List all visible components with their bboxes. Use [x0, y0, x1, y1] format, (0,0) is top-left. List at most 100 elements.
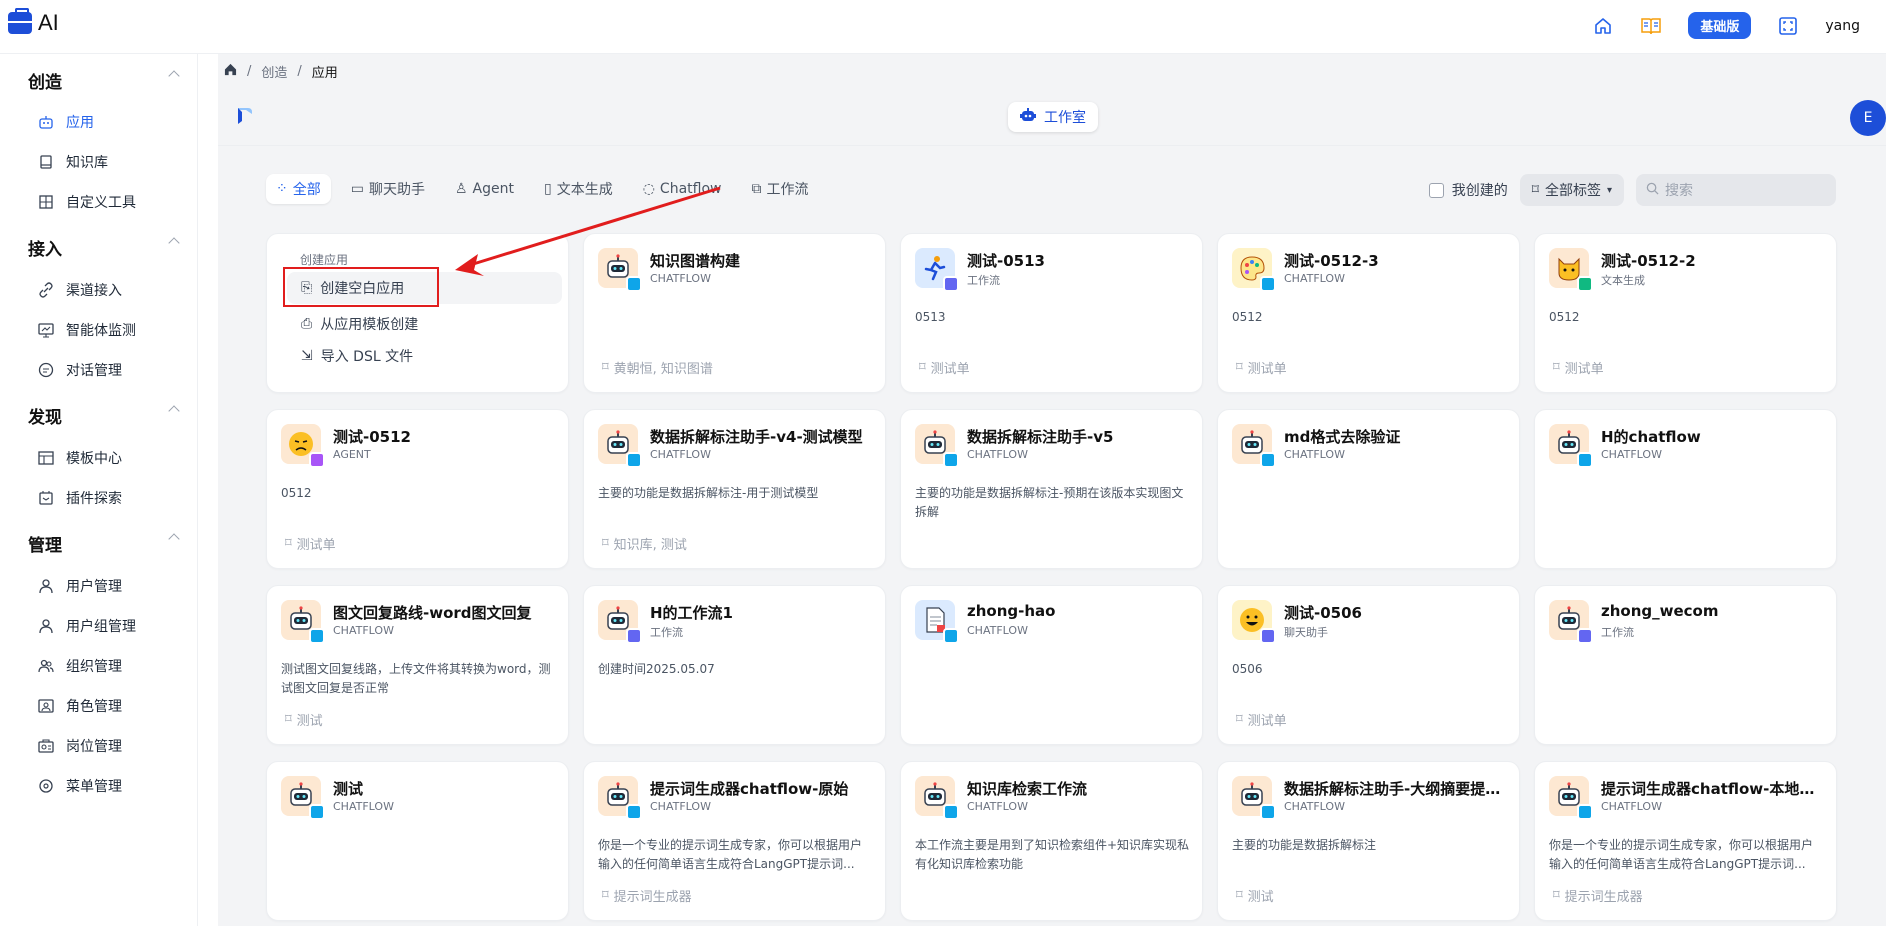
app-tags[interactable]: ⌑ 测试单: [1236, 358, 1287, 377]
app-description: 本工作流主要是用到了知识检索组件+知识库实现私有化知识库检索功能: [915, 838, 1190, 871]
app-card[interactable]: 测试-0513 工作流 0513 ⌑ 测试单: [900, 233, 1203, 393]
avatar[interactable]: E: [1850, 100, 1886, 136]
link-icon: [38, 282, 54, 298]
app-tags[interactable]: ⌑ 提示词生成器: [602, 886, 692, 905]
app-tags-text: 测试单: [296, 538, 336, 553]
sidebar-section-discover[interactable]: 发现: [28, 403, 180, 428]
sidebar-section-create[interactable]: 创造: [28, 68, 180, 93]
app-card[interactable]: 知识图谱构建 CHATFLOW ⌑ 黄朝恒, 知识图谱: [583, 233, 886, 393]
sidebar-section-access[interactable]: 接入: [28, 235, 180, 260]
sidebar-item-apps[interactable]: 应用: [38, 112, 94, 132]
app-card[interactable]: 测试-0512 AGENT 0512 ⌑ 测试单: [266, 409, 569, 569]
breadcrumb-item[interactable]: 创造: [261, 62, 287, 81]
chevron-up-icon[interactable]: [168, 405, 180, 417]
checkbox-box[interactable]: [1428, 182, 1444, 198]
tab-agent[interactable]: ♙ Agent: [445, 174, 524, 204]
tab-workflow[interactable]: ⧉ 工作流: [741, 174, 818, 204]
app-card[interactable]: 数据拆解标注助手-v5 CHATFLOW 主要的功能是数据拆解标注-预期在该版本实现…: [900, 409, 1203, 569]
app-tags-text: 知识库, 测试: [613, 538, 687, 553]
sidebar-item-tools[interactable]: 自定义工具: [38, 192, 136, 212]
chevron-up-icon[interactable]: [168, 70, 180, 82]
app-tags[interactable]: ⌑ 测试单: [285, 534, 336, 553]
search-input[interactable]: 搜索: [1636, 174, 1836, 206]
create-from-template-button[interactable]: ⎙ 从应用模板创建: [287, 308, 562, 340]
sidebar-item-knowledge[interactable]: 知识库: [38, 152, 108, 172]
chevron-up-icon[interactable]: [168, 533, 180, 545]
app-tags[interactable]: ⌑ 提示词生成器: [1553, 886, 1643, 905]
app-description: 0512: [1232, 310, 1263, 324]
app-card[interactable]: 测试-0512-3 CHATFLOW 0512 ⌑ 测试单: [1217, 233, 1520, 393]
studio-label: 工作室: [1044, 110, 1086, 126]
app-tags[interactable]: ⌑ 测试单: [1236, 710, 1287, 729]
tag-filter-select[interactable]: ⌑ 全部标签 ▾: [1519, 174, 1624, 206]
template-doc-icon: ⎙: [301, 316, 313, 332]
app-avatar-icon: [1232, 600, 1276, 644]
sidebar-item-users[interactable]: 用户管理: [38, 576, 122, 596]
sidebar-item-monitor[interactable]: 智能体监测: [38, 320, 136, 340]
app-tags-text: 提示词生成器: [613, 890, 692, 905]
sidebar-item-conversations[interactable]: 对话管理: [38, 360, 122, 380]
sidebar-section-manage[interactable]: 管理: [28, 531, 180, 556]
plan-badge[interactable]: 基础版: [1688, 12, 1752, 39]
app-card[interactable]: 测试-0512-2 文本生成 0512 ⌑ 测试单: [1534, 233, 1837, 393]
app-avatar-icon: [598, 424, 642, 468]
sidebar-item-channels[interactable]: 渠道接入: [38, 280, 122, 300]
app-tags[interactable]: ⌑ 测试单: [1553, 358, 1604, 377]
app-type-badge-icon: [1577, 804, 1593, 820]
import-dsl-button[interactable]: ⇲ 导入 DSL 文件: [287, 340, 562, 372]
app-tags[interactable]: ⌑ 测试单: [919, 358, 970, 377]
sidebar-item-templates[interactable]: 模板中心: [38, 448, 122, 468]
app-tags[interactable]: ⌑ 黄朝恒, 知识图谱: [602, 358, 713, 377]
tab-chat-assistant[interactable]: ▭ 聊天助手: [341, 174, 435, 204]
app-card[interactable]: H的chatflow CHATFLOW: [1534, 409, 1837, 569]
app-avatar-icon: [281, 776, 325, 820]
import-icon: ⇲: [301, 348, 313, 364]
home-icon[interactable]: [224, 63, 237, 80]
app-card[interactable]: 测试-0506 聊天助手 0506 ⌑ 测试单: [1217, 585, 1520, 745]
app-card[interactable]: H的工作流1 工作流 创建时间2025.05.07: [583, 585, 886, 745]
mine-checkbox[interactable]: 我创建的: [1428, 180, 1508, 200]
app-logo[interactable]: AI: [8, 8, 59, 36]
app-card[interactable]: md格式去除验证 CHATFLOW: [1217, 409, 1520, 569]
app-card[interactable]: 数据拆解标注助手-v4-测试模型 CHATFLOW 主要的功能是数据拆解标注-用于测…: [583, 409, 886, 569]
app-tags[interactable]: ⌑ 测试: [1236, 886, 1274, 905]
sidebar-item-posts[interactable]: 岗位管理: [38, 736, 122, 756]
app-card[interactable]: zhong-hao CHATFLOW: [900, 585, 1203, 745]
app-tags[interactable]: ⌑ 测试: [285, 710, 323, 729]
app-type-badge-icon: [943, 804, 959, 820]
sidebar-item-menus[interactable]: 菜单管理: [38, 776, 122, 796]
tab-text-generation[interactable]: ▯ 文本生成: [534, 174, 623, 204]
app-type: CHATFLOW: [333, 624, 394, 637]
app-card[interactable]: 知识库检索工作流 CHATFLOW 本工作流主要是用到了知识检索组件+知识库实现私有…: [900, 761, 1203, 921]
username[interactable]: yang: [1825, 18, 1860, 34]
book-icon[interactable]: [1640, 15, 1662, 37]
app-title: 数据拆解标注助手-v4-测试模型: [650, 428, 863, 446]
tab-chatflow[interactable]: ◌ Chatflow: [633, 174, 732, 204]
sidebar-item-org[interactable]: 组织管理: [38, 656, 122, 676]
search-placeholder: 搜索: [1665, 183, 1693, 199]
app-avatar-icon: [281, 600, 325, 644]
chevron-up-icon[interactable]: [168, 237, 180, 249]
home-icon[interactable]: [1592, 15, 1614, 37]
app-card[interactable]: 提示词生成器chatflow-本地模型 CHATFLOW 你是一个专业的提示词生成专…: [1534, 761, 1837, 921]
brand-mark-icon: [238, 108, 252, 124]
app-description: 0513: [915, 310, 946, 324]
app-type-badge-icon: [1260, 804, 1276, 820]
sidebar-item-user-groups[interactable]: 用户组管理: [38, 616, 136, 636]
studio-button[interactable]: 工作室: [1008, 102, 1098, 132]
app-card[interactable]: 图文回复路线-word图文回复 CHATFLOW 测试图文回复线路，上传文件将其转换…: [266, 585, 569, 745]
fullscreen-icon[interactable]: [1777, 15, 1799, 37]
app-type-badge-icon: [943, 452, 959, 468]
highlight-box: [283, 267, 439, 307]
section-title: 创造: [28, 73, 62, 93]
app-card[interactable]: zhong_wecom 工作流: [1534, 585, 1837, 745]
sidebar-item-roles[interactable]: 角色管理: [38, 696, 122, 716]
app-tags[interactable]: ⌑ 知识库, 测试: [602, 534, 687, 553]
app-card[interactable]: 提示词生成器chatflow-原始 CHATFLOW 你是一个专业的提示词生成专家，…: [583, 761, 886, 921]
app-title: 知识库检索工作流: [967, 780, 1088, 798]
app-card[interactable]: 测试 CHATFLOW: [266, 761, 569, 921]
sidebar-item-plugins[interactable]: 插件探索: [38, 488, 122, 508]
tab-all[interactable]: ⁘ 全部: [266, 174, 331, 204]
app-card[interactable]: 数据拆解标注助手-大纲摘要提示... CHATFLOW 主要的功能是数据拆解标注 ⌑ 测…: [1217, 761, 1520, 921]
app-title: zhong-hao: [967, 602, 1056, 620]
